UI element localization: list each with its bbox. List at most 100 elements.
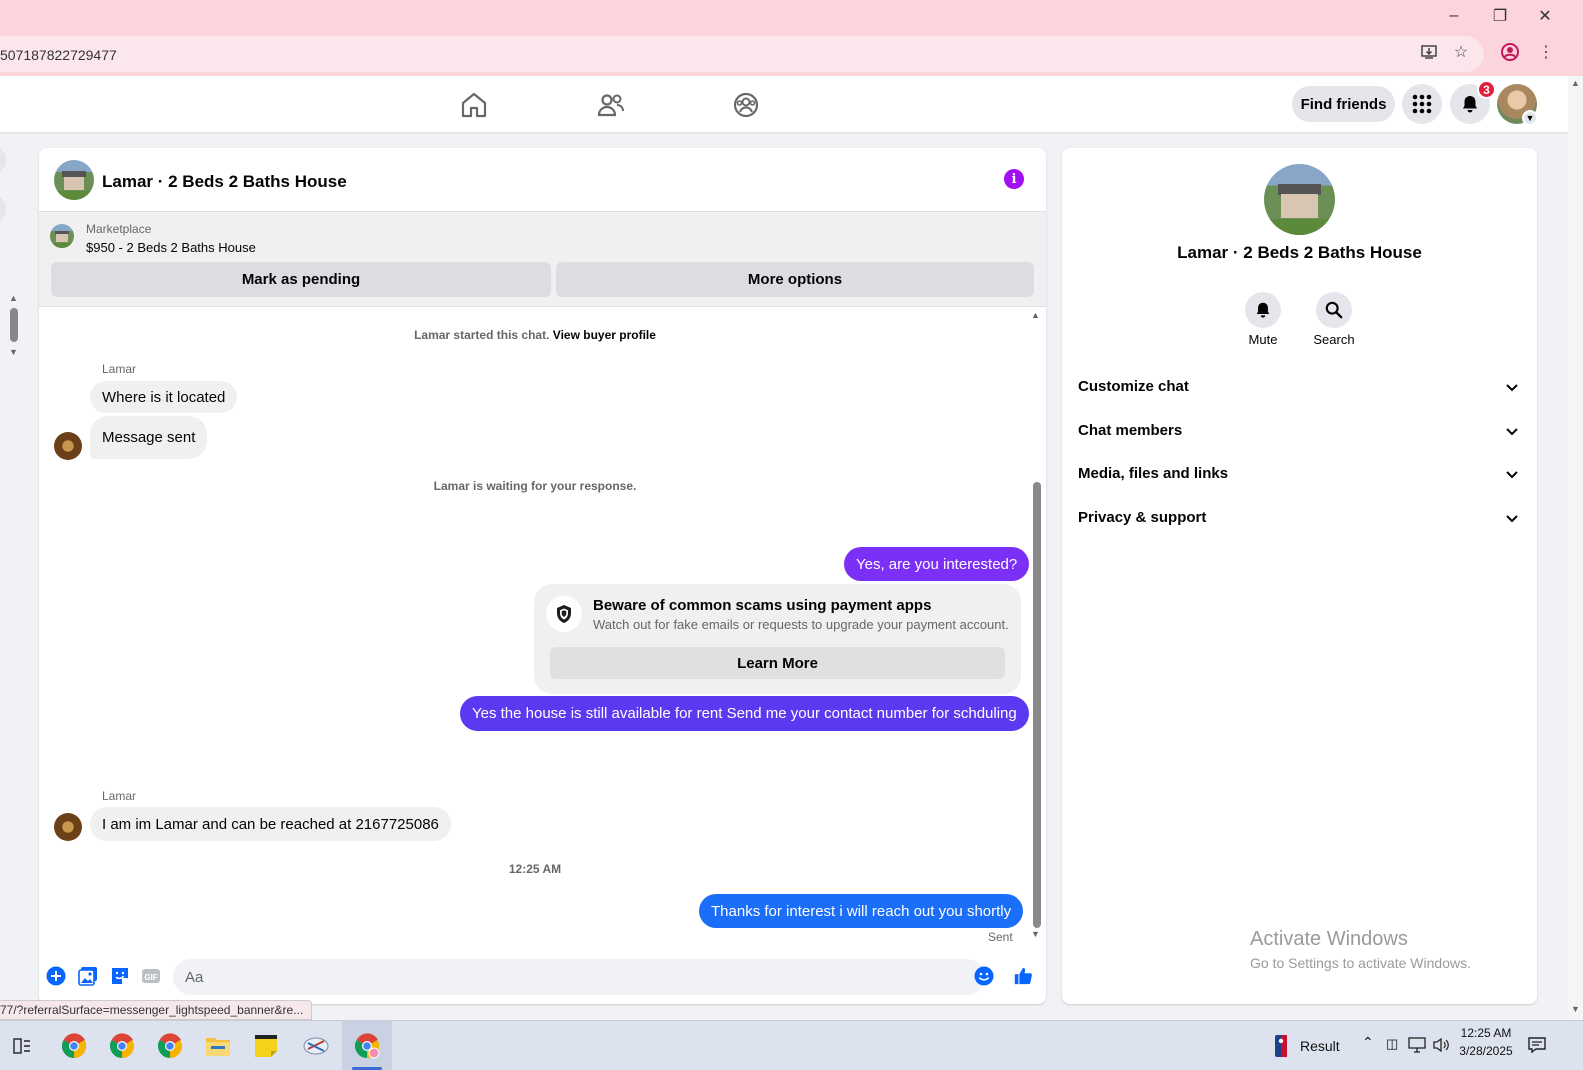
listing-avatar[interactable] bbox=[54, 160, 94, 200]
nba-icon[interactable] bbox=[1273, 1030, 1289, 1062]
details-listing-avatar[interactable] bbox=[1264, 164, 1335, 235]
chevron-down-icon[interactable]: ▼ bbox=[1571, 1004, 1580, 1014]
taskbar-date[interactable]: 3/28/2025 bbox=[1456, 1044, 1516, 1058]
chevron-down-icon bbox=[1506, 515, 1518, 523]
photo-icon[interactable] bbox=[78, 966, 98, 986]
watermark-line-1: Activate Windows bbox=[1250, 928, 1408, 950]
section-label: Media, files and links bbox=[1078, 465, 1229, 482]
link-status-bar: 77/?referralSurface=messenger_lightspeed… bbox=[0, 1000, 313, 1020]
add-plus-icon[interactable] bbox=[46, 966, 66, 986]
chat-title[interactable]: Lamar · 2 Beds 2 Baths House bbox=[102, 172, 347, 192]
chat-scroll-up-icon[interactable]: ▲ bbox=[1031, 310, 1040, 320]
menu-grid-icon[interactable] bbox=[1402, 84, 1442, 124]
chat-panel: Lamar · 2 Beds 2 Baths House i Marketpla… bbox=[39, 148, 1046, 1004]
privacy-support-section[interactable]: Privacy & support bbox=[1062, 496, 1537, 540]
chevron-up-icon[interactable]: ⌃ bbox=[1362, 1034, 1374, 1051]
taskbar-time[interactable]: 12:25 AM bbox=[1458, 1026, 1514, 1040]
file-explorer-icon[interactable] bbox=[202, 1030, 234, 1062]
find-friends-button[interactable]: Find friends bbox=[1292, 86, 1395, 122]
restore-icon[interactable]: ❐ bbox=[1477, 0, 1523, 32]
incoming-message[interactable]: I am im Lamar and can be reached at 2167… bbox=[90, 807, 451, 841]
scroll-down-arrow-icon[interactable]: ▼ bbox=[9, 347, 18, 357]
friends-icon[interactable] bbox=[596, 90, 626, 120]
browser-titlebar: – ❐ ✕ bbox=[0, 0, 1583, 32]
news-result-label[interactable]: Result bbox=[1300, 1038, 1340, 1054]
chat-scrollbar[interactable] bbox=[1033, 482, 1041, 928]
meet-icon[interactable]: ◫ bbox=[1386, 1036, 1398, 1052]
network-icon[interactable] bbox=[1406, 1033, 1428, 1057]
details-title: Lamar · 2 Beds 2 Baths House bbox=[1177, 243, 1422, 262]
marketplace-label: Marketplace bbox=[86, 222, 152, 236]
outgoing-message[interactable]: Thanks for interest i will reach out you… bbox=[699, 894, 1024, 928]
chat-members-section[interactable]: Chat members bbox=[1062, 409, 1537, 453]
section-label: Privacy & support bbox=[1078, 509, 1207, 526]
groups-icon[interactable] bbox=[731, 90, 761, 120]
left-scrollbar[interactable] bbox=[10, 308, 18, 342]
sender-avatar[interactable] bbox=[54, 813, 82, 841]
snipping-tool-icon[interactable] bbox=[300, 1030, 332, 1062]
facebook-header: Find friends 3 ▼ bbox=[0, 76, 1568, 132]
message-timestamp: 12:25 AM bbox=[508, 862, 562, 876]
chrome-profile-icon[interactable] bbox=[351, 1030, 383, 1062]
notification-center-icon[interactable] bbox=[1526, 1033, 1548, 1057]
bookmark-star-icon[interactable]: ☆ bbox=[1451, 42, 1471, 62]
scam-warning-card: Beware of common scams using payment app… bbox=[534, 584, 1021, 694]
listing-title[interactable]: $950 - 2 Beds 2 Baths House bbox=[86, 240, 256, 255]
browser-menu-icon[interactable]: ⋮ bbox=[1536, 42, 1556, 62]
bell-icon[interactable] bbox=[1245, 292, 1281, 328]
emoji-icon[interactable] bbox=[974, 966, 994, 986]
chrome-icon[interactable] bbox=[154, 1030, 186, 1062]
message-sender: Lamar bbox=[102, 362, 137, 376]
chat-started-notice: Lamar started this chat. View buyer prof… bbox=[39, 328, 1031, 342]
more-options-button[interactable]: More options bbox=[556, 262, 1034, 297]
minimize-icon[interactable]: – bbox=[1431, 0, 1477, 32]
url-field[interactable]: 507187822729477 bbox=[0, 36, 1484, 72]
learn-more-button[interactable]: Learn More bbox=[550, 647, 1005, 679]
sticker-icon[interactable] bbox=[110, 966, 130, 986]
scam-warning-title: Beware of common scams using payment app… bbox=[593, 597, 932, 614]
search-label: Search bbox=[1313, 332, 1355, 347]
scam-warning-subtitle: Watch out for fake emails or requests to… bbox=[593, 617, 1009, 632]
waiting-notice: Lamar is waiting for your response. bbox=[433, 479, 637, 493]
outgoing-message[interactable]: Yes, are you interested? bbox=[844, 547, 1030, 581]
home-icon[interactable] bbox=[459, 90, 489, 120]
chat-details-panel: Lamar · 2 Beds 2 Baths House Mute Search… bbox=[1062, 148, 1537, 1004]
message-input[interactable] bbox=[173, 959, 985, 995]
listing-thumbnail[interactable] bbox=[50, 224, 74, 248]
media-files-links-section[interactable]: Media, files and links bbox=[1062, 452, 1537, 496]
customize-chat-section[interactable]: Customize chat bbox=[1062, 365, 1537, 409]
left-panel-fragment bbox=[0, 145, 6, 175]
chevron-down-icon bbox=[1506, 428, 1518, 436]
search-icon[interactable] bbox=[1316, 292, 1352, 328]
thumbs-up-icon[interactable] bbox=[1013, 966, 1033, 986]
windows-taskbar: Result ⌃ ◫ 12:25 AM 3/28/2025 bbox=[0, 1020, 1583, 1070]
section-label: Customize chat bbox=[1078, 378, 1189, 395]
sender-avatar[interactable] bbox=[54, 432, 82, 460]
task-view-icon[interactable] bbox=[6, 1030, 38, 1062]
chevron-down-icon bbox=[1506, 471, 1518, 479]
page-scrollbar[interactable]: ▲ ▼ bbox=[1568, 76, 1583, 1020]
close-icon[interactable]: ✕ bbox=[1522, 0, 1568, 32]
incoming-message[interactable]: Where is it located bbox=[90, 381, 238, 413]
left-panel-fragment bbox=[0, 194, 6, 224]
mute-label: Mute bbox=[1248, 332, 1278, 347]
chrome-profile-icon[interactable] bbox=[106, 1030, 138, 1062]
info-icon[interactable]: i bbox=[1004, 169, 1024, 189]
volume-icon[interactable] bbox=[1430, 1033, 1452, 1057]
incoming-message[interactable]: Message sent bbox=[90, 416, 208, 459]
gif-icon[interactable]: GIF bbox=[141, 966, 161, 986]
outgoing-message[interactable]: Yes the house is still available for ren… bbox=[460, 696, 1029, 731]
mark-as-pending-button[interactable]: Mark as pending bbox=[51, 262, 551, 297]
profile-icon[interactable] bbox=[1500, 42, 1520, 62]
chevron-down-icon bbox=[1506, 384, 1518, 392]
chevron-down-icon[interactable]: ▼ bbox=[1522, 110, 1538, 126]
watermark-line-2: Go to Settings to activate Windows. bbox=[1250, 955, 1471, 971]
install-app-icon[interactable] bbox=[1419, 42, 1439, 62]
scroll-up-arrow-icon[interactable]: ▲ bbox=[9, 293, 18, 303]
sticky-notes-icon[interactable] bbox=[250, 1030, 282, 1062]
chevron-up-icon[interactable]: ▲ bbox=[1571, 78, 1580, 88]
section-label: Chat members bbox=[1078, 422, 1183, 439]
chrome-profile-icon[interactable] bbox=[58, 1030, 90, 1062]
chat-scroll-down-icon[interactable]: ▼ bbox=[1031, 929, 1040, 939]
view-buyer-profile-link[interactable]: View buyer profile bbox=[553, 328, 656, 342]
